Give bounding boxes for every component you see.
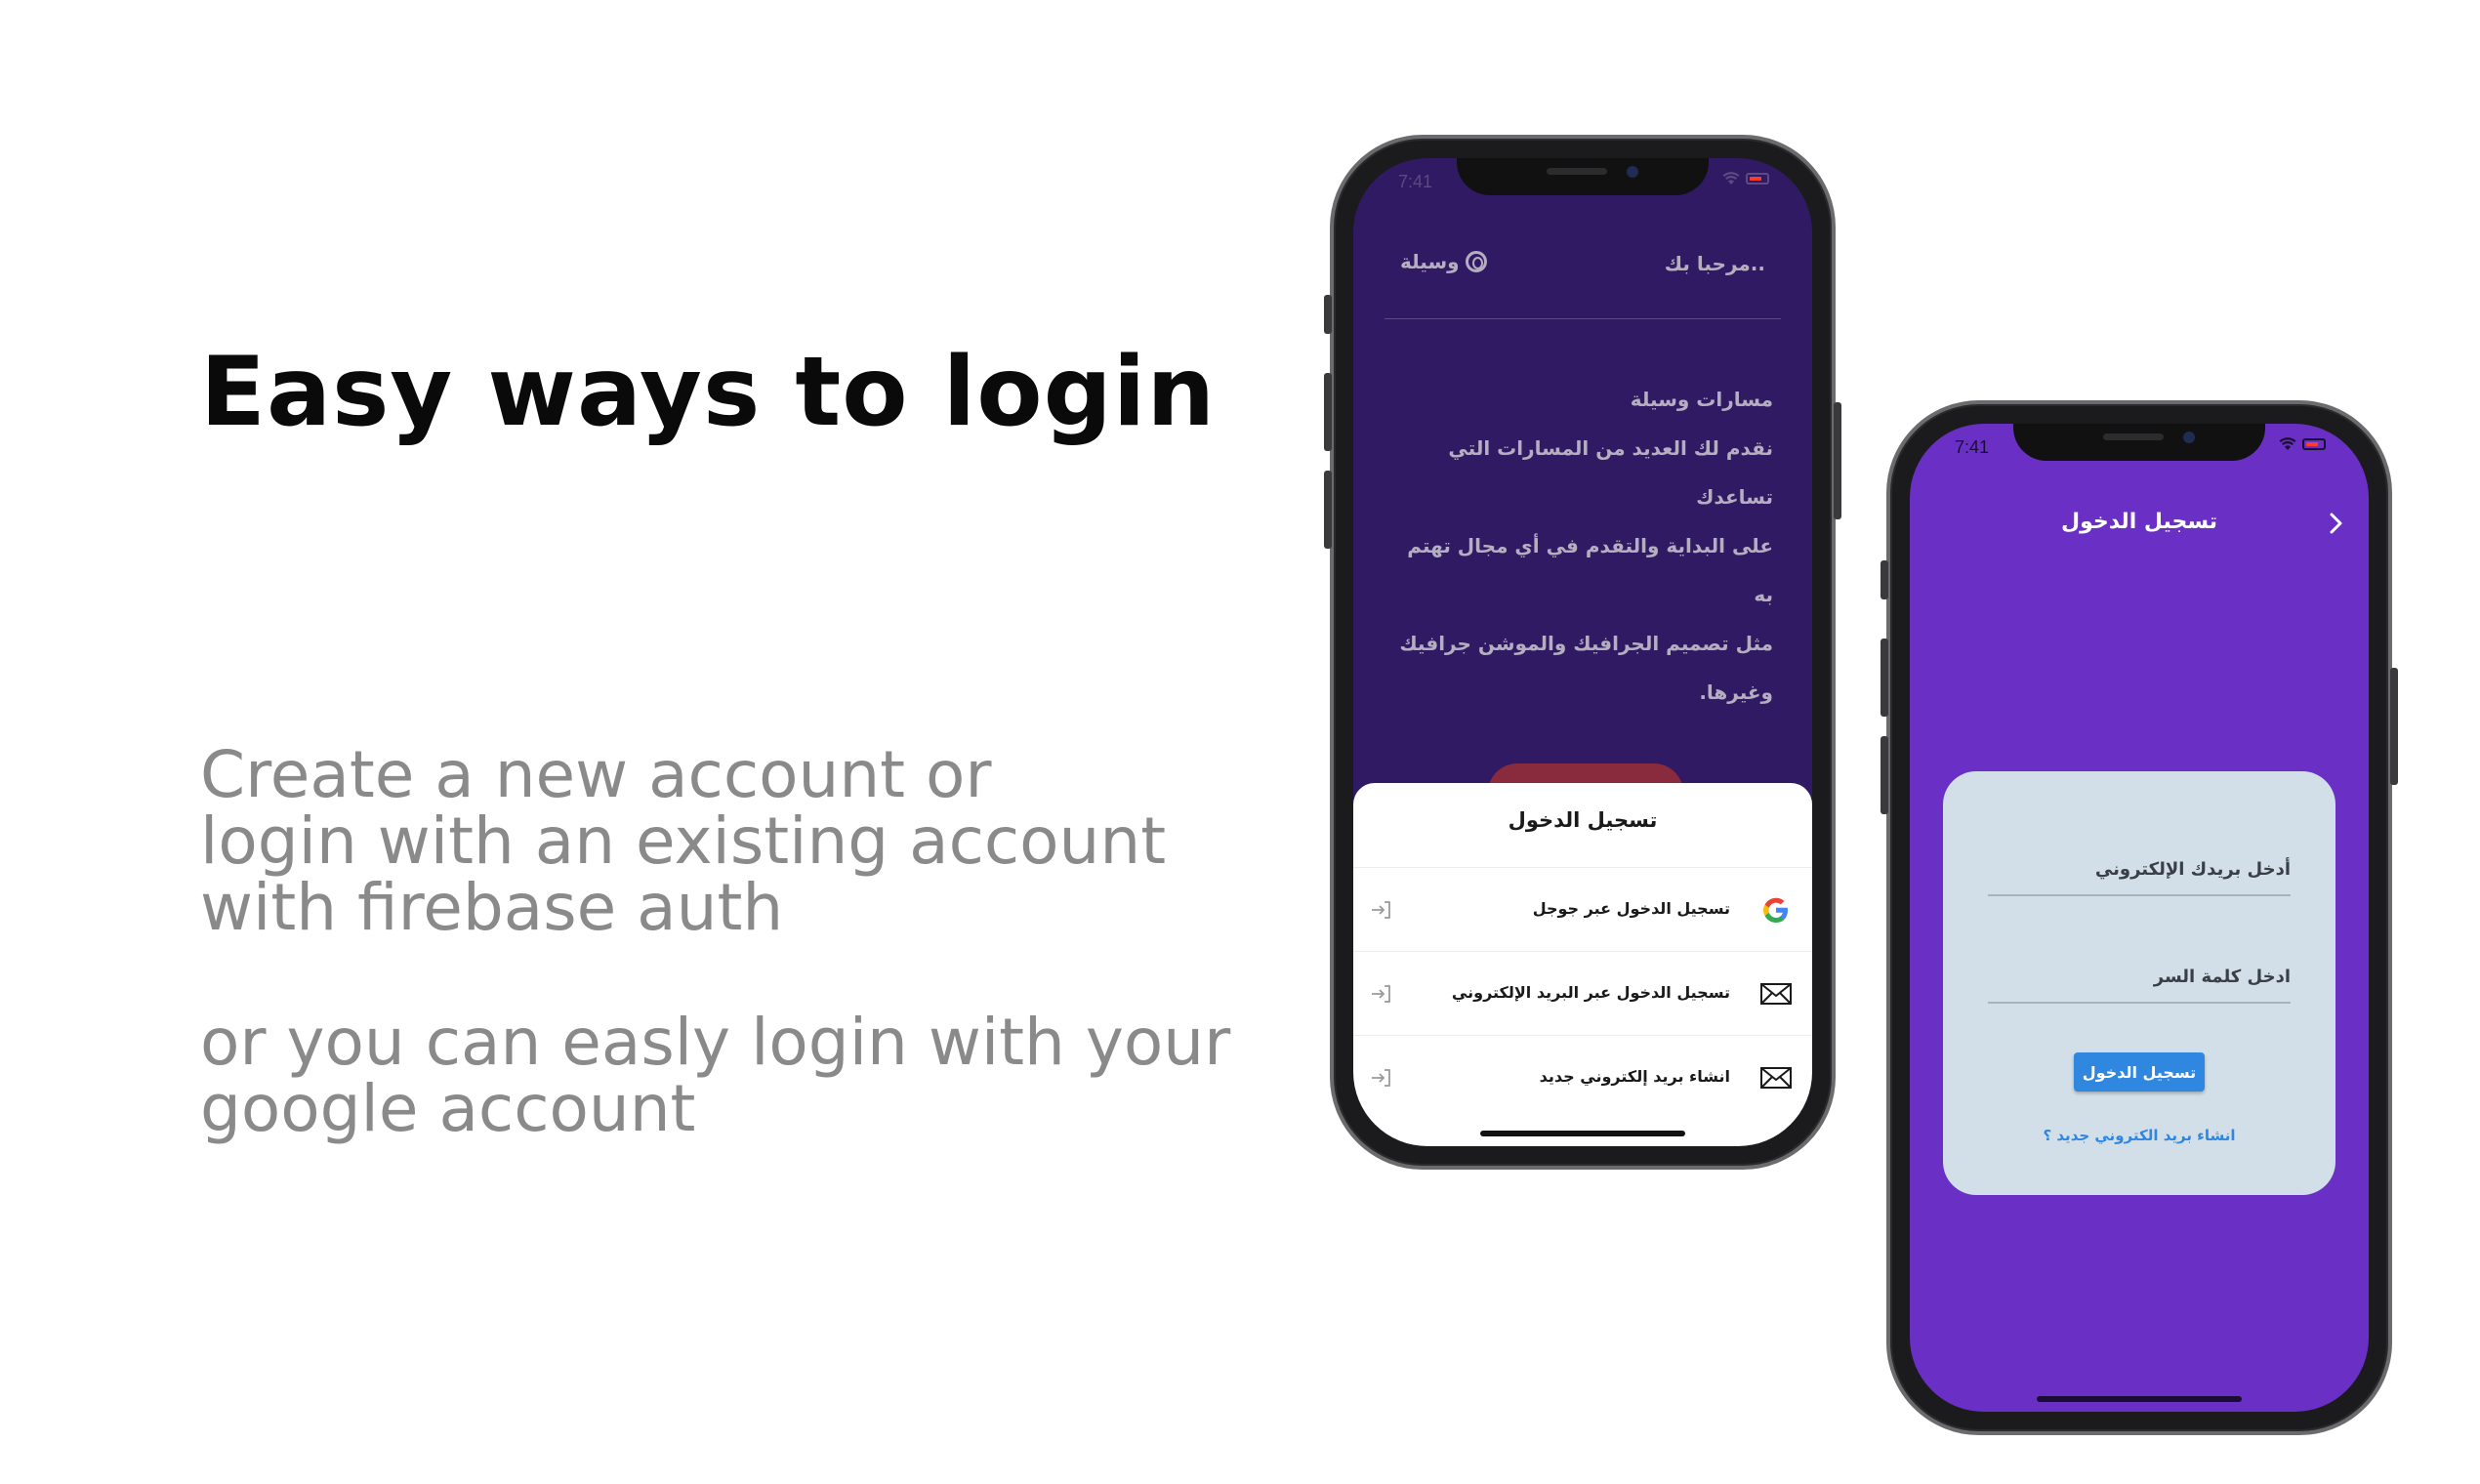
phone-side-button [1881, 639, 1888, 717]
google-icon [1763, 897, 1788, 923]
description-line: login with an existing account [200, 804, 1167, 879]
home-indicator [1480, 1131, 1685, 1136]
login-bottom-sheet: تسجيل الدخول تسجيل الدخول عبر جوجل تسجيل… [1353, 783, 1812, 1146]
wifi-icon [2279, 437, 2296, 450]
description-line: Create a new account or [200, 737, 992, 812]
phone-side-button [1324, 471, 1332, 549]
chevron-right-icon[interactable] [2324, 510, 2347, 537]
status-icons [2279, 437, 2326, 451]
brand-name: وسيلة [1400, 250, 1460, 273]
description-line: or you can easly login with your [200, 1005, 1231, 1080]
create-email-link[interactable]: انشاء بريد الكتروني جديد ؟ [1943, 1127, 2335, 1144]
brand-logo-icon [1465, 251, 1487, 272]
sheet-option-google-login[interactable]: تسجيل الدخول عبر جوجل [1353, 867, 1812, 951]
sheet-title: تسجيل الدخول [1508, 808, 1658, 832]
intro-line: مثل تصميم الجرافيك والموشن جرافيك [1399, 632, 1773, 655]
intro-line: وغيرها. [1699, 680, 1773, 704]
login-arrow-icon [1372, 1069, 1390, 1087]
password-placeholder: ادخل كلمة السر [2153, 967, 2291, 987]
welcome-text: مرحبا بك.. [1664, 252, 1765, 275]
welcome-header: مرحبا بك.. وسيلة [1400, 244, 1765, 283]
sheet-option-label: تسجيل الدخول عبر البريد الإلكتروني [1451, 983, 1730, 1002]
description-line: with firebase auth [200, 870, 784, 945]
mail-icon [1760, 1067, 1792, 1089]
phone-screen: 7:41 تسجيل الدخول أدخل بريدك الإلكتروني … [1910, 424, 2369, 1412]
phone-side-button [1324, 373, 1332, 451]
login-arrow-icon [1372, 985, 1390, 1003]
mail-icon [1760, 983, 1792, 1005]
brand: وسيلة [1400, 250, 1487, 273]
phone-side-button [1324, 295, 1332, 334]
wifi-icon [1722, 172, 1740, 185]
phone-side-button [1881, 736, 1888, 814]
home-indicator [2037, 1396, 2242, 1402]
battery-icon [2302, 438, 2326, 450]
email-placeholder: أدخل بريدك الإلكتروني [2094, 859, 2291, 880]
status-time: 7:41 [1398, 172, 1433, 191]
phone-side-button [1881, 560, 1888, 599]
email-field[interactable]: أدخل بريدك الإلكتروني [1988, 849, 2291, 896]
sheet-option-email-login[interactable]: تسجيل الدخول عبر البريد الإلكتروني [1353, 951, 1812, 1035]
notch [1457, 158, 1709, 195]
phone-mockup-login-sheet: 7:41 مرحبا بك.. وسيلة مسارات وسيلة نقدم … [1324, 135, 1841, 1170]
battery-icon [1746, 173, 1769, 185]
phone-side-button [2390, 668, 2398, 785]
password-field[interactable]: ادخل كلمة السر [1988, 957, 2291, 1004]
headline: Easy ways to login [200, 337, 1217, 448]
phone-mockup-login-form: 7:41 تسجيل الدخول أدخل بريدك الإلكتروني … [1881, 400, 2398, 1435]
sheet-option-label: انشاء بريد إلكتروني جديد [1539, 1067, 1730, 1086]
sheet-option-label: تسجيل الدخول عبر جوجل [1532, 899, 1730, 918]
description-line: google account [200, 1071, 696, 1146]
description: Create a new account or login with an ex… [200, 742, 1274, 1142]
sheet-option-create-email[interactable]: انشاء بريد إلكتروني جديد [1353, 1035, 1812, 1119]
divider [1385, 318, 1781, 319]
paths-intro: مسارات وسيلة نقدم لك العديد من المسارات … [1392, 375, 1773, 717]
page-title: تسجيل الدخول [2060, 510, 2218, 534]
notch [2013, 424, 2265, 461]
intro-line: على البداية والتقدم في أي مجال تهتم به [1407, 534, 1773, 606]
login-button[interactable]: تسجيل الدخول [2074, 1052, 2205, 1092]
status-icons [1722, 172, 1769, 186]
login-card: أدخل بريدك الإلكتروني ادخل كلمة السر تسج… [1943, 771, 2335, 1195]
phone-screen: 7:41 مرحبا بك.. وسيلة مسارات وسيلة نقدم … [1353, 158, 1812, 1146]
login-arrow-icon [1372, 901, 1390, 919]
status-time: 7:41 [1955, 437, 1990, 457]
intro-line: مسارات وسيلة [1630, 388, 1773, 411]
intro-line: نقدم لك العديد من المسارات التي تساعدك [1448, 436, 1773, 509]
phone-side-button [1834, 402, 1841, 519]
